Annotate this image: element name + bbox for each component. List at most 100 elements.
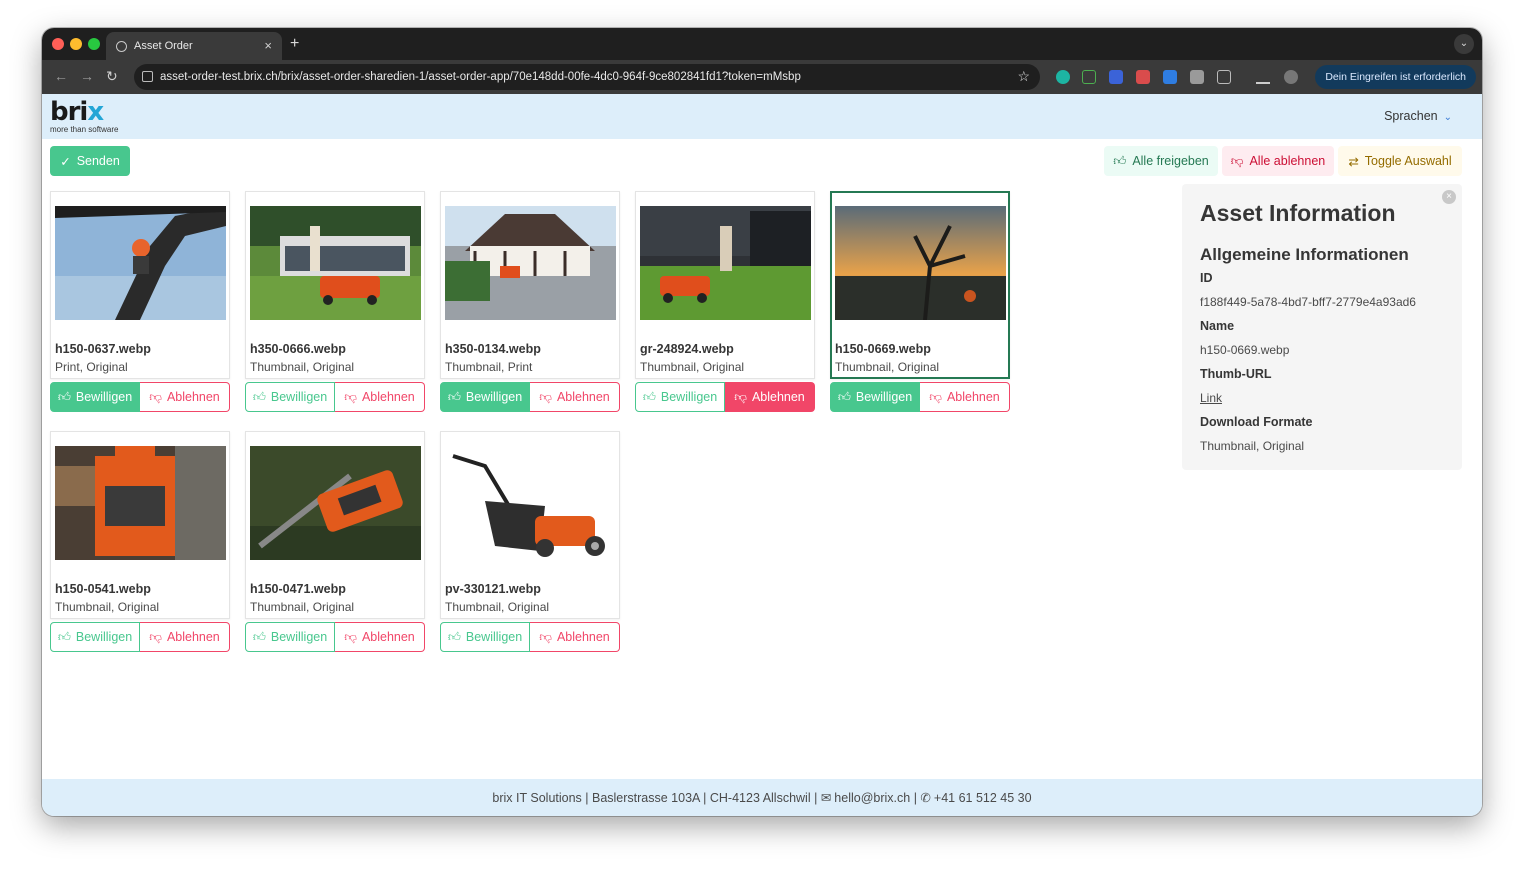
phone-icon: ✆: [920, 791, 931, 805]
download-extension-icon[interactable]: [1163, 70, 1177, 84]
approve-button[interactable]: 👍︎ Bewilligen: [245, 382, 335, 412]
approve-label: Bewilligen: [75, 630, 133, 644]
asset-formats: Thumbnail, Original: [55, 600, 160, 614]
minimize-window-button[interactable]: [70, 38, 82, 50]
approve-label: Bewilligen: [660, 390, 718, 404]
asset-card[interactable]: h150-0471.webp Thumbnail, Original: [245, 431, 425, 619]
page-footer: brix IT Solutions | Baslerstrasse 103A |…: [42, 779, 1482, 816]
site-settings-icon[interactable]: [142, 71, 153, 82]
approve-all-button[interactable]: 👍︎ Alle freigeben: [1104, 146, 1218, 176]
approve-button[interactable]: 👍︎ Bewilligen: [50, 382, 140, 412]
asset-formats: Thumbnail, Print: [445, 360, 533, 374]
thumb-url-link[interactable]: Link: [1200, 391, 1444, 405]
section-title: Allgemeine Informationen: [1200, 245, 1409, 264]
asset-thumbnail[interactable]: [55, 206, 226, 320]
approve-label: Bewilligen: [270, 630, 328, 644]
footer-phone[interactable]: +41 61 512 45 30: [934, 791, 1032, 805]
reject-label: Ablehnen: [946, 390, 1000, 404]
asset-formats: Thumbnail, Original: [445, 600, 550, 614]
puzzle-icon[interactable]: [1217, 70, 1231, 84]
asset-thumbnail[interactable]: [250, 206, 421, 320]
approve-button[interactable]: 👍︎ Bewilligen: [440, 622, 530, 652]
extension-icon[interactable]: [1056, 70, 1070, 84]
asset-filename: h150-0471.webp: [250, 582, 346, 596]
asset-card[interactable]: h350-0666.webp Thumbnail, Original: [245, 191, 425, 379]
approve-button[interactable]: 👍︎ Bewilligen: [440, 382, 530, 412]
reject-button[interactable]: 👎︎ Ablehnen: [140, 382, 230, 412]
approve-button[interactable]: 👍︎ Bewilligen: [245, 622, 335, 652]
asset-thumbnail[interactable]: [445, 446, 616, 560]
reject-label: Ablehnen: [166, 390, 220, 404]
reject-label: Ablehnen: [556, 390, 610, 404]
asset-filename: h150-0669.webp: [835, 342, 931, 356]
close-window-button[interactable]: [52, 38, 64, 50]
address-bar[interactable]: asset-order-test.brix.ch/brix/asset-orde…: [134, 64, 1040, 90]
reject-label: Ablehnen: [556, 630, 610, 644]
close-panel-icon[interactable]: ×: [1442, 190, 1456, 204]
thumbs-up-icon: 👍︎: [1113, 153, 1127, 168]
language-dropdown[interactable]: Sprachen ⌄: [1384, 109, 1452, 123]
downloads-icon[interactable]: [1256, 70, 1270, 84]
approve-button[interactable]: 👍︎ Bewilligen: [830, 382, 920, 412]
asset-card[interactable]: h150-0541.webp Thumbnail, Original: [50, 431, 230, 619]
brix-logo[interactable]: brix more than software: [50, 99, 118, 134]
tab-search-button[interactable]: ⌄: [1454, 34, 1474, 54]
footer-email[interactable]: hello@brix.ch: [834, 791, 910, 805]
thumb-url-label: Thumb-URL: [1200, 367, 1272, 381]
extension-icon[interactable]: [1136, 70, 1150, 84]
profile-status-pill[interactable]: Dein Eingreifen ist erforderlich: [1315, 65, 1476, 89]
reject-button[interactable]: 👎︎ Ablehnen: [725, 382, 815, 412]
asset-card[interactable]: h350-0134.webp Thumbnail, Print: [440, 191, 620, 379]
reject-button[interactable]: 👎︎ Ablehnen: [335, 622, 425, 652]
thumbs-up-icon: 👍︎: [837, 389, 851, 404]
bookmark-star-icon[interactable]: ☆: [1017, 68, 1030, 85]
asset-thumbnail[interactable]: [835, 206, 1006, 320]
browser-tab[interactable]: Asset Order ×: [106, 32, 282, 60]
thumbs-down-icon: 👎︎: [539, 389, 552, 404]
reload-icon[interactable]: ↻: [106, 68, 118, 85]
asset-thumbnail[interactable]: [640, 206, 811, 320]
new-tab-button[interactable]: +: [290, 35, 299, 53]
forward-icon[interactable]: →: [80, 68, 94, 84]
toggle-selection-button[interactable]: ⇄ Toggle Auswahl: [1338, 146, 1462, 176]
approve-label: Bewilligen: [270, 390, 328, 404]
asset-card[interactable]: gr-248924.webp Thumbnail, Original: [635, 191, 815, 379]
reject-button[interactable]: 👎︎ Ablehnen: [530, 382, 620, 412]
asset-formats: Thumbnail, Original: [835, 360, 940, 374]
reject-label: Ablehnen: [361, 630, 415, 644]
asset-card[interactable]: h150-0637.webp Print, Original: [50, 191, 230, 379]
send-label: Senden: [76, 154, 120, 168]
browser-toolbar: ← → ↻ asset-order-test.brix.ch/brix/asse…: [42, 60, 1482, 94]
asset-thumbnail[interactable]: [55, 446, 226, 560]
extension-icon[interactable]: [1082, 70, 1096, 84]
reject-button[interactable]: 👎︎ Ablehnen: [920, 382, 1010, 412]
asset-thumbnail[interactable]: [250, 446, 421, 560]
send-button[interactable]: ✓ Senden: [50, 146, 130, 176]
id-label: ID: [1200, 271, 1213, 285]
asset-formats: Print, Original: [55, 360, 128, 374]
extension-icon[interactable]: [1190, 70, 1204, 84]
reject-all-button[interactable]: 👎︎ Alle ablehnen: [1222, 146, 1334, 176]
swap-arrows-icon: ⇄: [1348, 154, 1359, 169]
close-tab-icon[interactable]: ×: [264, 38, 272, 53]
approve-button[interactable]: 👍︎ Bewilligen: [50, 622, 140, 652]
reject-button[interactable]: 👎︎ Ablehnen: [530, 622, 620, 652]
check-icon: ✓: [60, 154, 71, 169]
back-icon[interactable]: ←: [54, 68, 68, 84]
approve-label: Bewilligen: [465, 390, 523, 404]
url-text: asset-order-test.brix.ch/brix/asset-orde…: [160, 71, 801, 83]
approve-button[interactable]: 👍︎ Bewilligen: [635, 382, 725, 412]
asset-card[interactable]: pv-330121.webp Thumbnail, Original: [440, 431, 620, 619]
asset-thumbnail[interactable]: [445, 206, 616, 320]
asset-card[interactable]: h150-0669.webp Thumbnail, Original: [830, 191, 1010, 379]
maximize-window-button[interactable]: [88, 38, 100, 50]
reject-button[interactable]: 👎︎ Ablehnen: [335, 382, 425, 412]
thumbs-up-icon: 👍︎: [447, 389, 461, 404]
profile-icon[interactable]: [1284, 70, 1298, 84]
reject-button[interactable]: 👎︎ Ablehnen: [140, 622, 230, 652]
shield-icon[interactable]: [1109, 70, 1123, 84]
thumbs-up-icon: 👍︎: [252, 389, 266, 404]
reject-all-label: Alle ablehnen: [1249, 154, 1326, 168]
thumbs-up-icon: 👍︎: [57, 629, 71, 644]
toggle-label: Toggle Auswahl: [1364, 154, 1452, 168]
